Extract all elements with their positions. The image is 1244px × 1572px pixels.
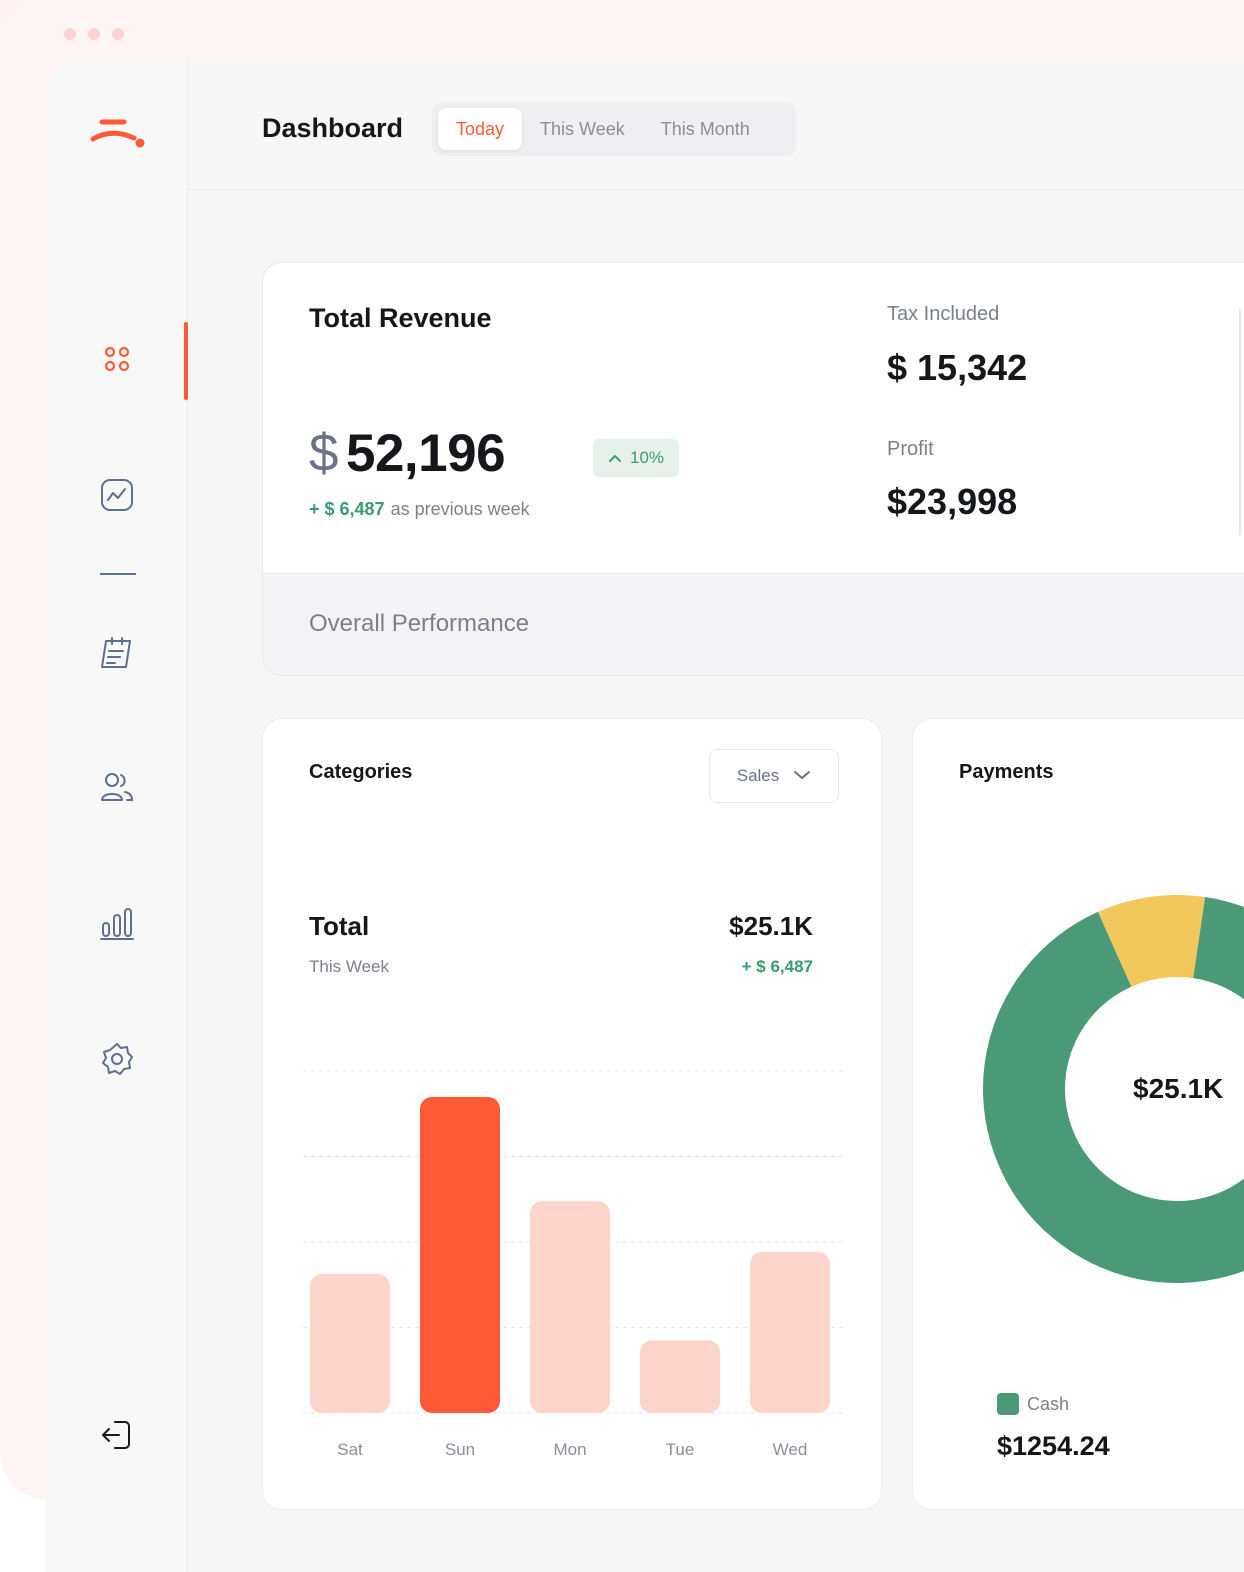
legend-item-cash: Cash [997, 1393, 1069, 1415]
revenue-comparison: + $ 6,487 as previous week [309, 499, 530, 520]
profit-value: $23,998 [887, 481, 1018, 522]
overall-performance-label: Overall Performance [309, 610, 530, 637]
sidebar-item-analytics[interactable] [96, 476, 138, 518]
sidebar-item-dashboard[interactable] [96, 340, 138, 382]
dashboard-grid-icon [102, 344, 132, 379]
chevron-up-icon [608, 448, 622, 468]
tax-included-value: $ 15,342 [887, 347, 1028, 388]
sidebar-item-reports[interactable] [96, 904, 138, 946]
users-icon [99, 769, 135, 810]
x-tick-label-sun: Sun [445, 1440, 475, 1459]
chevron-down-icon [793, 766, 811, 786]
bar-sun[interactable] [420, 1097, 500, 1413]
analytics-chart-icon [99, 477, 135, 518]
calendar-notes-icon [98, 635, 136, 676]
window-controls [64, 28, 124, 40]
revenue-change-badge: 10% [593, 439, 679, 477]
revenue-amount: $52,196 [309, 423, 506, 484]
x-tick-label-tue: Tue [666, 1440, 695, 1459]
revenue-currency: $ [309, 424, 338, 483]
payments-center-value: $25.1K [1133, 1073, 1224, 1104]
gear-icon [99, 1041, 135, 1082]
tab-today[interactable]: Today [438, 108, 523, 150]
logout-button[interactable] [96, 1416, 138, 1458]
tab-this-week[interactable]: This Week [522, 108, 643, 150]
payments-card: Payments $25.1K Cash $1254.24 [912, 718, 1244, 1510]
page-title: Dashboard [262, 113, 404, 143]
window-dot-maximize[interactable] [112, 28, 124, 40]
profit-label: Profit [887, 438, 934, 460]
overall-performance-section[interactable]: Overall Performance [263, 573, 1244, 675]
categories-total-period: This Week [309, 957, 389, 976]
bar-tue[interactable] [640, 1340, 720, 1413]
tax-included-label: Tax Included [887, 303, 1000, 325]
window-dot-minimize[interactable] [88, 28, 100, 40]
categories-bar-chart: Sat Sun Mon Tue Wed [303, 1070, 843, 1459]
legend-swatch-cash [997, 1393, 1019, 1415]
window-dot-close[interactable] [64, 28, 76, 40]
main-content: Dashboard Today This Week This Month Tot… [188, 60, 1244, 1572]
x-tick-label-wed: Wed [773, 1440, 808, 1459]
revenue-title: Total Revenue [309, 303, 492, 333]
sidebar-item-settings[interactable] [96, 1040, 138, 1082]
categories-card: Categories Sales Total This Week $25.1K … [262, 718, 882, 1510]
revenue-change-percent: 10% [629, 448, 665, 467]
sidebar-item-users[interactable] [96, 768, 138, 810]
top-bar: Dashboard Today This Week This Month [188, 60, 1244, 190]
sidebar-item-calendar[interactable] [96, 634, 138, 676]
legend-value-cash: $1254.24 [997, 1431, 1110, 1461]
category-metric-value: Sales [736, 766, 780, 785]
revenue-amount-value: 52,196 [345, 424, 506, 483]
bar-chart-icon [99, 905, 135, 946]
period-tabs: Today This Week This Month [432, 102, 796, 156]
total-revenue-card: Total Revenue $52,196 10% + $ 6,487 as pr… [262, 262, 1244, 676]
bar-wed[interactable] [750, 1251, 830, 1413]
categories-total-value: $25.1K [729, 911, 813, 941]
revenue-divider [1239, 309, 1241, 535]
logout-icon [99, 1417, 135, 1458]
brand-logo-icon[interactable] [90, 112, 146, 152]
tab-this-month[interactable]: This Month [643, 108, 768, 150]
category-metric-select[interactable]: Sales [709, 749, 839, 803]
legend-label-cash: Cash [1027, 1393, 1070, 1414]
revenue-delta-suffix: as previous week [390, 499, 530, 519]
bar-mon[interactable] [530, 1201, 610, 1413]
categories-total-delta: + $ 6,487 [741, 957, 813, 976]
bar-sat[interactable] [310, 1273, 390, 1413]
sidebar [46, 60, 188, 1572]
categories-title: Categories [309, 761, 413, 783]
revenue-delta: + $ 6,487 [309, 499, 385, 519]
x-tick-label-mon: Mon [553, 1440, 586, 1459]
payments-title: Payments [959, 761, 1054, 783]
app-window: Dashboard Today This Week This Month Tot… [46, 60, 1244, 1572]
sidebar-divider [100, 573, 136, 575]
categories-total-label: Total [309, 911, 370, 941]
x-tick-label-sat: Sat [337, 1440, 363, 1459]
